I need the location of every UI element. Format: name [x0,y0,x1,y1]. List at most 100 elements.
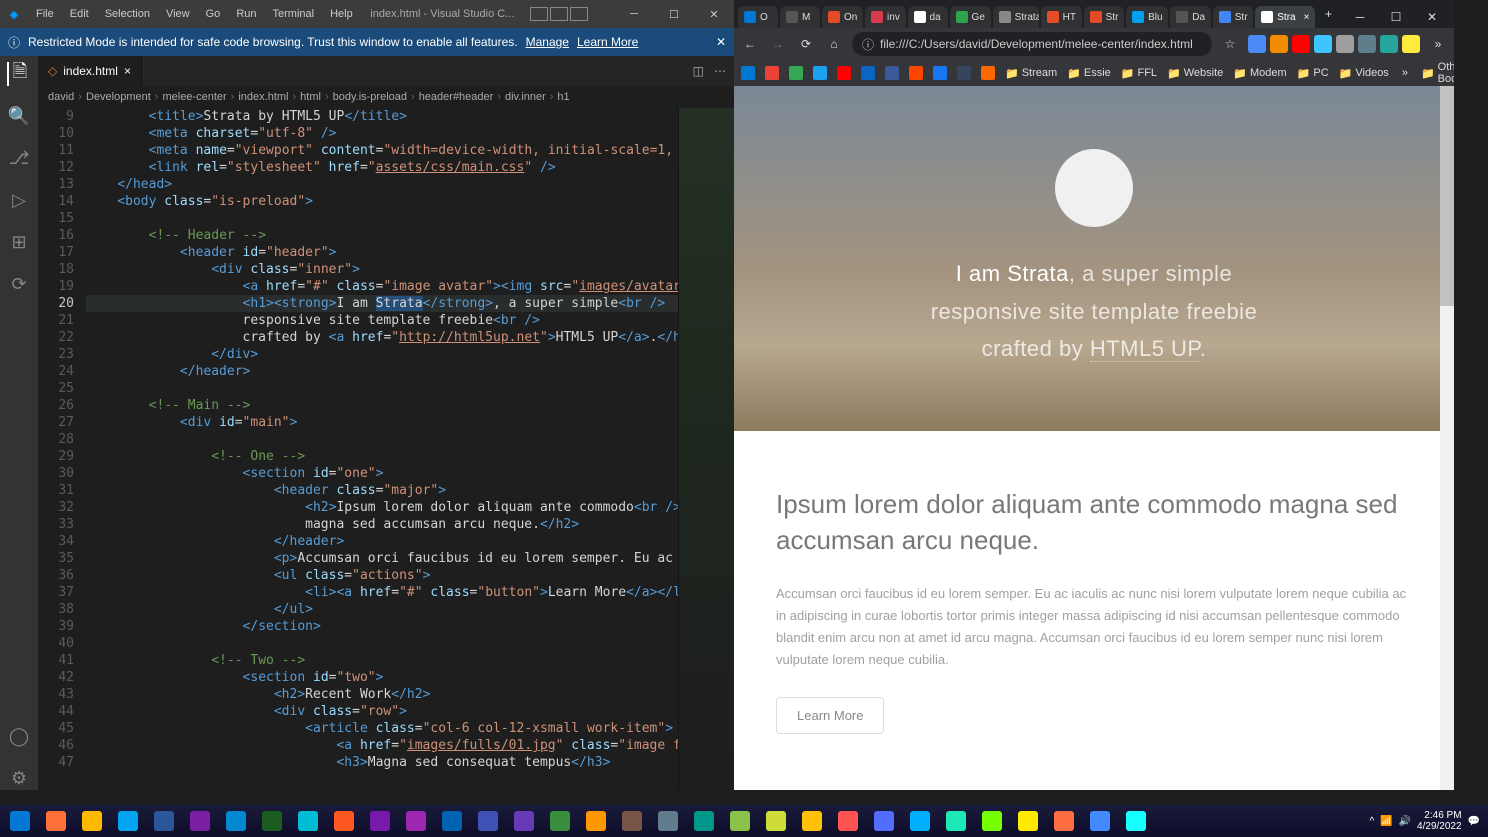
taskbar-app-icon[interactable] [254,807,290,835]
taskbar-app-icon[interactable] [74,807,110,835]
tray-chevron-icon[interactable]: ^ [1369,816,1374,827]
taskbar-app-icon[interactable] [614,807,650,835]
bookmark-folder[interactable]: 📁Website [1164,67,1226,80]
taskbar-app-icon[interactable] [1118,807,1154,835]
learn-more-button[interactable]: Learn More [776,697,884,734]
maximize-button[interactable]: ☐ [654,8,694,21]
browser-tab[interactable]: Ge [950,6,991,28]
browser-tab[interactable]: inv [865,6,906,28]
page-content[interactable]: I am Strata, a super simple responsive s… [734,86,1454,790]
breadcrumb-item[interactable]: h1 [553,91,573,103]
menu-view[interactable]: View [158,8,198,20]
breadcrumbs[interactable]: david›Development›melee-center›index.htm… [38,86,734,108]
taskbar-app-icon[interactable] [938,807,974,835]
menu-help[interactable]: Help [322,8,361,20]
menu-terminal[interactable]: Terminal [265,8,323,20]
taskbar-app-icon[interactable] [722,807,758,835]
extension-icon[interactable] [1402,35,1420,53]
browser-tab[interactable]: HT [1041,6,1082,28]
browser-tab[interactable]: Strata [993,6,1039,28]
bookmark-item[interactable] [786,66,806,80]
bookmark-folder[interactable]: 📁PC [1294,67,1332,80]
close-banner-icon[interactable]: ✕ [716,35,726,49]
taskbar-app-icon[interactable] [830,807,866,835]
taskbar-app-icon[interactable] [470,807,506,835]
taskbar-app-icon[interactable] [1046,807,1082,835]
maximize-button[interactable]: ☐ [1378,6,1414,28]
breadcrumb-item[interactable]: index.html [234,91,292,103]
menu-run[interactable]: Run [228,8,264,20]
breadcrumb-item[interactable]: david [44,91,78,103]
site-info-icon[interactable]: ⓘ [862,36,874,53]
extensions-icon[interactable]: ⊞ [7,230,31,254]
bookmark-star-icon[interactable]: ☆ [1220,37,1240,51]
taskbar-app-icon[interactable] [866,807,902,835]
breadcrumb-item[interactable]: div.inner [501,91,550,103]
new-tab-button[interactable]: + [1317,7,1340,21]
minimap[interactable] [678,108,734,790]
taskbar-app-icon[interactable] [362,807,398,835]
extension-icon[interactable] [1314,35,1332,53]
extension-icon[interactable] [1248,35,1266,53]
notifications-icon[interactable]: 💬 [1468,816,1480,827]
bookmark-folder[interactable]: 📁Stream [1002,67,1060,80]
minimize-button[interactable]: ─ [1342,6,1378,28]
taskbar-app-icon[interactable] [326,807,362,835]
taskbar-app-icon[interactable] [758,807,794,835]
browser-tab[interactable]: Da [1170,6,1211,28]
extension-icon[interactable] [1292,35,1310,53]
learn-more-link[interactable]: Learn More [577,35,638,49]
extension-icon[interactable] [1380,35,1398,53]
reload-icon[interactable]: ⟳ [796,37,816,51]
bookmark-folder[interactable]: 📁Videos [1336,67,1392,80]
editor-tab-index[interactable]: ◇ index.html × [38,56,142,86]
nav-forward-icon[interactable]: → [768,37,788,51]
breadcrumb-item[interactable]: header#header [415,91,498,103]
browser-tab[interactable]: Str [1213,6,1253,28]
close-button[interactable]: ✕ [1414,6,1450,28]
bookmark-item[interactable] [930,66,950,80]
account-icon[interactable]: ◯ [7,724,31,748]
menu-selection[interactable]: Selection [97,8,158,20]
extension-icon[interactable] [1336,35,1354,53]
bookmark-folder[interactable]: 📁Modem [1230,67,1289,80]
bookmark-item[interactable] [858,66,878,80]
taskbar-app-icon[interactable] [182,807,218,835]
browser-tab[interactable]: Blu [1126,6,1168,28]
bookmark-item[interactable] [810,66,830,80]
taskbar-app-icon[interactable] [218,807,254,835]
bookmark-item[interactable] [954,66,974,80]
bookmark-item[interactable] [738,66,758,80]
taskbar-app-icon[interactable] [686,807,722,835]
minimize-button[interactable]: ─ [614,8,654,20]
bookmark-folder[interactable]: 📁FFL [1118,67,1160,80]
layout-icons[interactable] [524,7,594,21]
bookmark-item[interactable] [978,66,998,80]
breadcrumb-item[interactable]: html [296,91,325,103]
taskbar-app-icon[interactable] [1082,807,1118,835]
other-bookmarks[interactable]: 📁Other Bookmarks [1418,61,1454,85]
run-debug-icon[interactable]: ▷ [7,188,31,212]
taskbar-app-icon[interactable] [1010,807,1046,835]
taskbar-app-icon[interactable] [578,807,614,835]
taskbar-app-icon[interactable] [38,807,74,835]
bookmark-item[interactable] [906,66,926,80]
taskbar-app-icon[interactable] [290,807,326,835]
taskbar-app-icon[interactable] [506,807,542,835]
manage-link[interactable]: Manage [526,35,569,49]
menu-file[interactable]: File [28,8,62,20]
taskbar-app-icon[interactable] [2,807,38,835]
tab-close-icon[interactable]: × [124,64,131,78]
explorer-icon[interactable]: 🗎 [7,62,31,86]
breadcrumb-item[interactable]: Development [82,91,155,103]
browser-tab[interactable]: Stra× [1255,6,1315,28]
scrollbar[interactable] [1440,86,1454,790]
network-icon[interactable]: 📶 [1380,816,1392,827]
browser-tab[interactable]: O [738,6,778,28]
browser-tab[interactable]: M [780,6,820,28]
menu-go[interactable]: Go [198,8,229,20]
taskbar-app-icon[interactable] [434,807,470,835]
browser-tab[interactable]: da [908,6,948,28]
search-icon[interactable]: 🔍 [7,104,31,128]
tab-close-icon[interactable]: × [1304,12,1310,23]
